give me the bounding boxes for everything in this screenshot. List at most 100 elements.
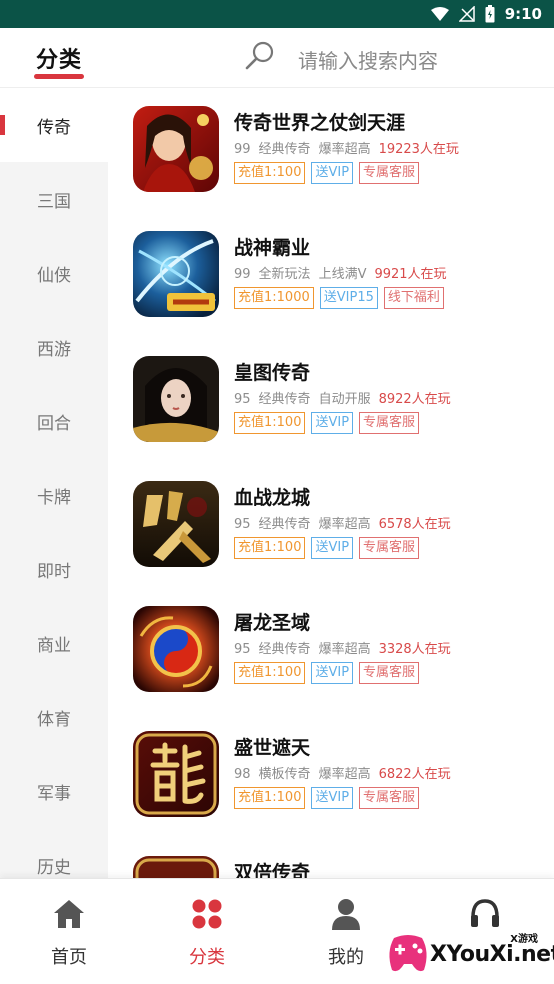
- sidebar-item-label: 军事: [37, 783, 71, 804]
- tag-recharge: 充值1:1000: [234, 287, 314, 309]
- game-meta: 95 经典传奇 爆率超高 6578人在玩: [234, 513, 459, 532]
- game-icon[interactable]: [133, 856, 219, 878]
- game-rating: 98: [234, 767, 251, 782]
- search-input[interactable]: 请输入搜索内容: [298, 45, 438, 74]
- tag-vip: 送VIP: [311, 662, 354, 684]
- sidebar-item-chuanqi[interactable]: 传奇: [0, 88, 108, 162]
- game-meta: 99 全新玩法 上线满V 9921人在玩: [234, 263, 455, 282]
- sidebar-item-xianxia[interactable]: 仙侠: [0, 236, 108, 310]
- game-players: 19223人在玩: [378, 142, 459, 157]
- game-meta: 95 经典传奇 自动开服 8922人在玩: [234, 388, 459, 407]
- title-underline: [34, 74, 84, 79]
- tag-recharge: 充值1:100: [234, 537, 306, 559]
- game-icon[interactable]: [133, 106, 219, 192]
- active-indicator: [0, 115, 5, 135]
- game-rating: 95: [234, 517, 251, 532]
- game-meta: 98 横板传奇 爆率超高 6822人在玩: [234, 763, 459, 782]
- sidebar-item-sanguo[interactable]: 三国: [0, 162, 108, 236]
- game-list-item[interactable]: 双倍传奇: [108, 838, 554, 878]
- sidebar-item-label: 即时: [37, 561, 71, 582]
- game-feature: 爆率超高: [318, 142, 371, 157]
- signal-icon: [458, 6, 475, 22]
- game-genre: 全新玩法: [258, 267, 311, 282]
- category-icon: [192, 899, 222, 929]
- game-genre: 经典传奇: [258, 517, 311, 532]
- game-tags: 充值1:1000 送VIP15 线下福利: [234, 287, 444, 309]
- nav-label: 首页: [51, 947, 87, 968]
- game-tags: 充值1:100 送VIP 专属客服: [234, 162, 420, 184]
- game-list-item[interactable]: 盛世遮天 98 横板传奇 爆率超高 6822人在玩 充值1:100 送VIP 专属客服: [108, 713, 554, 838]
- tag-vip: 送VIP: [311, 537, 354, 559]
- game-genre: 经典传奇: [258, 642, 311, 657]
- wifi-icon: [430, 7, 449, 21]
- nav-label: 分类: [189, 947, 225, 968]
- sidebar-item-xiyou[interactable]: 西游: [0, 310, 108, 384]
- game-icon[interactable]: [133, 606, 219, 692]
- watermark-text: XYouXi.net: [430, 942, 554, 967]
- sidebar-item-huihe[interactable]: 回合: [0, 384, 108, 458]
- game-players: 3328人在玩: [378, 642, 451, 657]
- game-rating: 99: [234, 142, 251, 157]
- game-feature: 爆率超高: [318, 517, 371, 532]
- tag-service: 专属客服: [359, 662, 420, 684]
- game-meta: 99 经典传奇 爆率超高 19223人在玩: [234, 138, 467, 157]
- game-tags: 充值1:100 送VIP 专属客服: [234, 412, 420, 434]
- game-name: 战神霸业: [234, 237, 311, 259]
- game-feature: 爆率超高: [318, 767, 371, 782]
- tag-service: 线下福利: [383, 287, 444, 309]
- game-players: 9921人在玩: [374, 267, 447, 282]
- game-tags: 充值1:100 送VIP 专属客服: [234, 787, 420, 809]
- tag-vip: 送VIP15: [319, 287, 378, 309]
- game-name: 屠龙圣域: [234, 612, 311, 634]
- sidebar-item-tiyu[interactable]: 体育: [0, 680, 108, 754]
- game-name: 盛世遮天: [234, 737, 311, 759]
- game-genre: 经典传奇: [258, 142, 311, 157]
- home-icon: [54, 900, 84, 928]
- tag-service: 专属客服: [359, 537, 420, 559]
- page-title[interactable]: 分类: [36, 42, 82, 74]
- game-rating: 99: [234, 267, 251, 282]
- game-list: 传奇世界之仗剑天涯 99 经典传奇 爆率超高 19223人在玩 充值1:100 送VI…: [108, 88, 554, 878]
- game-genre: 经典传奇: [258, 392, 311, 407]
- game-players: 8922人在玩: [378, 392, 451, 407]
- search-icon[interactable]: [244, 40, 276, 72]
- game-icon[interactable]: [133, 231, 219, 317]
- game-genre: 横板传奇: [258, 767, 311, 782]
- sidebar-item-label: 仙侠: [37, 265, 71, 286]
- sidebar-item-jishi[interactable]: 即时: [0, 532, 108, 606]
- game-name: 皇图传奇: [234, 362, 311, 384]
- game-icon[interactable]: [133, 356, 219, 442]
- game-list-item[interactable]: 屠龙圣域 95 经典传奇 爆率超高 3328人在玩 充值1:100 送VIP 专属客服: [108, 588, 554, 713]
- game-icon[interactable]: [133, 731, 219, 817]
- game-tags: 充值1:100 送VIP 专属客服: [234, 537, 420, 559]
- game-tags: 充值1:100 送VIP 专属客服: [234, 662, 420, 684]
- game-name: 血战龙城: [234, 487, 311, 509]
- gamepad-icon: [389, 935, 427, 972]
- game-name: 双倍传奇: [234, 862, 311, 878]
- sidebar-item-kapai[interactable]: 卡牌: [0, 458, 108, 532]
- tag-recharge: 充值1:100: [234, 162, 306, 184]
- game-list-item[interactable]: 传奇世界之仗剑天涯 99 经典传奇 爆率超高 19223人在玩 充值1:100 送VI…: [108, 88, 554, 213]
- status-bar: 9:10: [0, 0, 554, 28]
- category-sidebar: 传奇 三国 仙侠 西游 回合 卡牌 即时 商业 体育 军事 历史: [0, 88, 108, 878]
- nav-item-home[interactable]: 首页: [0, 879, 138, 984]
- tag-recharge: 充值1:100: [234, 787, 306, 809]
- sidebar-item-shangye[interactable]: 商业: [0, 606, 108, 680]
- nav-item-category[interactable]: 分类: [138, 879, 276, 984]
- game-icon[interactable]: [133, 481, 219, 567]
- game-rating: 95: [234, 392, 251, 407]
- game-players: 6822人在玩: [378, 767, 451, 782]
- sidebar-item-lishi[interactable]: 历史: [0, 828, 108, 878]
- tag-vip: 送VIP: [311, 412, 354, 434]
- game-players: 6578人在玩: [378, 517, 451, 532]
- watermark-logo: X游戏 XYouXi.net: [382, 924, 554, 980]
- game-list-item[interactable]: 皇图传奇 95 经典传奇 自动开服 8922人在玩 充值1:100 送VIP 专属客服: [108, 338, 554, 463]
- game-meta: 95 经典传奇 爆率超高 3328人在玩: [234, 638, 459, 657]
- battery-icon: [485, 5, 495, 23]
- game-list-item[interactable]: 战神霸业 99 全新玩法 上线满V 9921人在玩 充值1:1000 送VIP15 线…: [108, 213, 554, 338]
- sidebar-item-label: 回合: [37, 413, 71, 434]
- status-time: 9:10: [504, 5, 542, 23]
- game-list-item[interactable]: 血战龙城 95 经典传奇 爆率超高 6578人在玩 充值1:100 送VIP 专属客服: [108, 463, 554, 588]
- game-rating: 95: [234, 642, 251, 657]
- sidebar-item-junshi[interactable]: 军事: [0, 754, 108, 828]
